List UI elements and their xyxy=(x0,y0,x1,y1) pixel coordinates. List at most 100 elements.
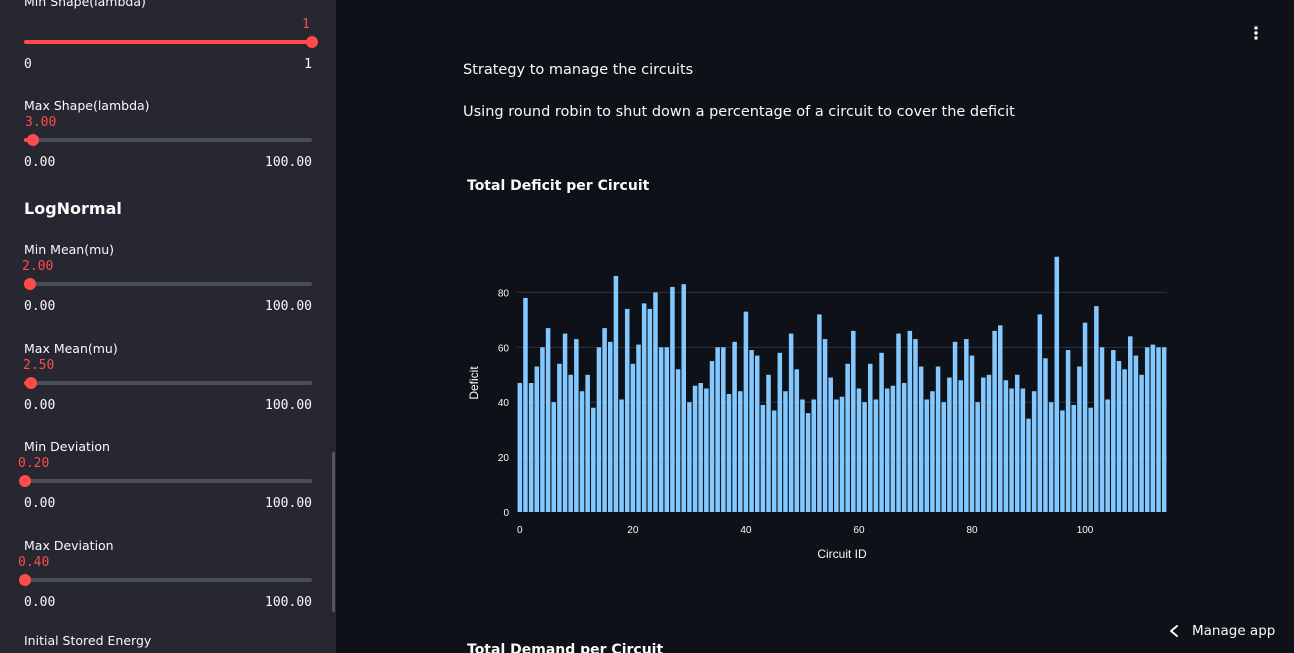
bar xyxy=(1150,344,1156,512)
bar xyxy=(738,391,743,512)
sidebar: Min Shape(lambda) 1 0 1 Max Shape(lambda) 3.0… xyxy=(0,0,336,653)
bar xyxy=(523,297,528,512)
bar xyxy=(658,347,664,512)
slider-label: Max Mean(mu) xyxy=(24,341,118,356)
slider-min-label: 0.00 xyxy=(24,398,56,413)
bar xyxy=(619,399,624,512)
slider-max-label: 100.00 xyxy=(265,155,312,170)
bar xyxy=(562,333,568,512)
bar xyxy=(1082,322,1088,512)
slider-thumb[interactable] xyxy=(19,574,31,586)
bar xyxy=(732,341,737,512)
slider-track[interactable] xyxy=(24,36,318,48)
bar xyxy=(1122,369,1127,512)
bar xyxy=(884,388,890,512)
bar xyxy=(1128,336,1133,512)
slider-label: Min Mean(mu) xyxy=(24,242,115,257)
slider-track[interactable] xyxy=(19,475,312,487)
bar xyxy=(540,347,545,512)
slider-thumb[interactable] xyxy=(19,475,31,487)
slider-min-label: 0.00 xyxy=(24,496,56,511)
y-tick-label: 60 xyxy=(498,343,510,354)
y-tick-label: 20 xyxy=(498,453,510,464)
bar xyxy=(1031,391,1037,512)
bar xyxy=(839,396,845,512)
slider-max-label: 100.00 xyxy=(265,398,312,413)
bar xyxy=(935,366,941,512)
y-axis-title: Deficit xyxy=(467,366,481,400)
initial-stored-energy-label: Initial Stored Energy xyxy=(24,633,152,648)
bar xyxy=(534,366,540,512)
bar xyxy=(528,383,534,512)
slider-thumb[interactable] xyxy=(24,278,36,290)
bar xyxy=(975,402,980,512)
bar xyxy=(969,355,975,512)
y-tick-label: 0 xyxy=(503,508,509,519)
bar xyxy=(608,341,613,512)
bar xyxy=(709,361,715,512)
bar xyxy=(754,355,760,512)
sidebar-scrollbar[interactable] xyxy=(332,452,335,612)
slider-track[interactable] xyxy=(24,377,312,389)
bar xyxy=(675,369,681,512)
slider-fill xyxy=(24,40,312,44)
bar xyxy=(958,380,963,512)
bar xyxy=(726,393,732,512)
bar xyxy=(579,391,585,512)
bar xyxy=(1020,388,1026,512)
bar xyxy=(557,363,562,512)
bar xyxy=(641,303,647,512)
bar xyxy=(551,402,556,512)
bar xyxy=(647,308,653,512)
bar xyxy=(636,344,641,512)
slider-label: Max Deviation xyxy=(24,538,114,553)
slider-min-label: 0.00 xyxy=(24,155,56,170)
bar xyxy=(760,404,766,512)
bar xyxy=(517,383,523,512)
bar xyxy=(1111,350,1116,512)
bar xyxy=(964,339,969,512)
chart2-title: Total Demand per Circuit xyxy=(467,642,664,653)
chart-title: Total Deficit per Circuit xyxy=(467,178,650,194)
bar xyxy=(901,383,907,512)
y-tick-label: 40 xyxy=(498,398,510,409)
section-title-lognormal: LogNormal xyxy=(24,199,122,218)
slider-label: Max Shape(lambda) xyxy=(24,98,150,113)
bar xyxy=(687,402,692,512)
slider-thumb[interactable] xyxy=(27,134,39,146)
kebab-menu-icon xyxy=(1254,26,1258,40)
bar xyxy=(896,333,901,512)
slider-min-label: 0.00 xyxy=(24,595,56,610)
slider-value: 2.00 xyxy=(22,259,54,274)
bar xyxy=(771,410,777,512)
bar xyxy=(698,383,703,512)
manage-app-button[interactable]: Manage app xyxy=(1168,619,1275,643)
main-content: Strategy to manage the circuits Using ro… xyxy=(336,0,1294,653)
slider-track[interactable] xyxy=(19,574,312,586)
slider-track[interactable] xyxy=(24,134,312,146)
bar xyxy=(788,333,794,512)
main-menu-button[interactable] xyxy=(1246,22,1266,44)
bar xyxy=(1144,347,1150,512)
bar xyxy=(828,377,833,512)
bar xyxy=(1099,347,1105,512)
bar xyxy=(1088,407,1093,512)
slider-thumb[interactable] xyxy=(25,377,37,389)
bar xyxy=(704,388,709,512)
bar xyxy=(545,328,551,512)
bar xyxy=(868,363,873,512)
bar xyxy=(624,308,630,512)
slider-value: 2.50 xyxy=(23,358,55,373)
bar xyxy=(602,328,607,512)
bar xyxy=(1156,347,1161,512)
bar xyxy=(1094,306,1099,512)
bar xyxy=(805,413,811,512)
bar xyxy=(811,399,816,512)
bar xyxy=(766,374,771,512)
x-tick-label: 0 xyxy=(517,525,523,536)
slider-thumb[interactable] xyxy=(306,36,318,48)
bar xyxy=(1105,399,1110,512)
bar xyxy=(1065,350,1071,512)
bar xyxy=(918,366,924,512)
slider-track[interactable] xyxy=(24,278,312,290)
